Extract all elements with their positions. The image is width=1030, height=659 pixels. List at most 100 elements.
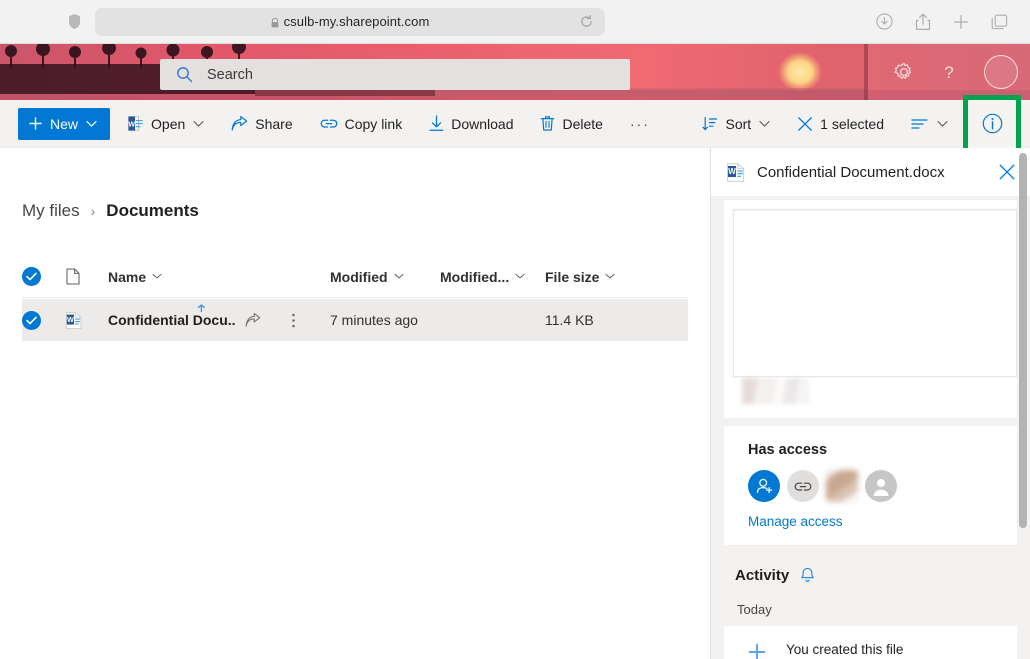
selection-status[interactable]: 1 selected (788, 104, 893, 144)
browser-left-controls (0, 13, 95, 30)
address-bar[interactable]: csulb-my.sharepoint.com (95, 7, 605, 36)
new-button-label: New (50, 115, 79, 132)
select-all-checkbox[interactable] (22, 267, 66, 286)
chevron-down-icon (605, 273, 615, 279)
breadcrumb: My files › Documents (0, 148, 710, 221)
download-button[interactable]: Download (420, 104, 522, 144)
breadcrumb-documents[interactable]: Documents (106, 201, 199, 221)
blurred-content (742, 378, 810, 404)
file-list-header: Name Modified Modified... File size (22, 256, 688, 298)
share-button[interactable]: Share (222, 104, 301, 144)
shield-icon[interactable] (68, 13, 81, 30)
word-icon: W (727, 162, 745, 182)
view-options-button[interactable] (902, 104, 957, 144)
bell-icon[interactable] (800, 567, 815, 584)
file-preview-thumbnail[interactable] (724, 200, 1017, 418)
details-pane-scrollbar[interactable] (1019, 153, 1027, 528)
search-input[interactable]: Search (160, 59, 630, 90)
column-modified-by-label: Modified... (440, 268, 510, 285)
info-icon[interactable] (982, 113, 1003, 134)
word-icon: W (66, 311, 82, 329)
command-bar-right: Sort 1 selected (684, 94, 1030, 153)
svg-text:W: W (67, 315, 74, 324)
details-pane-title: Confidential Document.docx (757, 163, 945, 181)
generic-person-icon[interactable] (865, 470, 897, 502)
breadcrumb-my-files[interactable]: My files (22, 201, 80, 221)
document-thumbnail (733, 209, 1017, 377)
more-label: ··· (629, 115, 650, 132)
breadcrumb-separator: › (90, 203, 96, 219)
new-button[interactable]: New (18, 107, 111, 140)
has-access-section: Has access Manage access (724, 426, 1017, 545)
delete-button[interactable]: Delete (531, 104, 611, 144)
add-person-icon[interactable] (748, 470, 780, 502)
question-mark-icon[interactable]: ? (940, 62, 958, 82)
sort-button[interactable]: Sort (693, 104, 779, 144)
details-pane-header: W Confidential Document.docx (711, 148, 1030, 196)
close-icon[interactable] (998, 163, 1016, 181)
table-row[interactable]: W Confidential Docu... 7 minutes ago 11.… (22, 299, 688, 341)
file-name-label: Confidential Docu... (108, 312, 236, 328)
row-name-cell[interactable]: Confidential Docu... (108, 303, 330, 329)
chevron-down-icon (759, 120, 770, 127)
manage-access-link[interactable]: Manage access (748, 514, 843, 529)
search-icon (177, 67, 193, 83)
copy-link-label: Copy link (344, 115, 403, 132)
details-pane-toggle-wrapper (963, 94, 1021, 153)
header-icon-group: ? (894, 44, 1018, 100)
more-commands-button[interactable]: ··· (621, 104, 659, 144)
sort-label: Sort (725, 115, 752, 132)
site-header: Search ? (0, 44, 1030, 100)
chevron-down-icon (515, 273, 525, 279)
share-label: Share (255, 115, 293, 132)
plus-icon (29, 117, 42, 130)
access-avatar-list (748, 470, 1017, 502)
chevron-down-icon (937, 120, 948, 127)
tab-overview-icon[interactable] (991, 14, 1008, 30)
download-icon (429, 115, 444, 131)
cursor-icon (197, 303, 206, 312)
activity-group-label: Today (737, 602, 772, 617)
list-view-icon (911, 118, 928, 129)
browser-right-controls (605, 12, 1030, 31)
plus-icon[interactable] (953, 14, 969, 30)
open-label: Open (151, 115, 186, 132)
delete-label: Delete (562, 115, 603, 132)
chevron-down-icon (394, 273, 404, 279)
activity-title: Activity (735, 567, 790, 584)
search-placeholder: Search (207, 66, 253, 83)
column-header-filetype[interactable] (66, 268, 108, 285)
column-header-modified-by[interactable]: Modified... (440, 269, 545, 285)
file-icon (66, 268, 80, 285)
chevron-down-icon (193, 120, 204, 127)
has-access-title: Has access (748, 442, 828, 458)
share-icon (231, 115, 248, 131)
column-header-name[interactable]: Name (108, 269, 330, 285)
downloads-icon[interactable] (876, 13, 893, 30)
lock-icon (271, 17, 278, 27)
row-more-actions-icon[interactable] (291, 312, 296, 329)
svg-text:W: W (728, 167, 736, 176)
gear-icon[interactable] (894, 62, 914, 82)
browser-toolbar: csulb-my.sharepoint.com (0, 0, 1030, 44)
checkmark-icon (22, 267, 41, 286)
blurred-avatar[interactable] (826, 470, 858, 502)
download-label: Download (451, 115, 514, 132)
share-icon[interactable] (245, 312, 261, 328)
link-access-icon[interactable] (787, 470, 819, 502)
checkmark-icon (22, 310, 41, 330)
avatar[interactable] (984, 55, 1018, 89)
activity-entry-body: You created this file 8 minutes ago (786, 641, 903, 659)
column-header-modified[interactable]: Modified (330, 269, 440, 285)
column-header-file-size[interactable]: File size (545, 269, 645, 285)
reload-icon[interactable] (580, 15, 593, 28)
activity-entry-text: You created this file (786, 642, 904, 657)
share-icon[interactable] (915, 12, 931, 31)
selection-count-label: 1 selected (820, 115, 884, 132)
activity-entry[interactable]: You created this file 8 minutes ago (724, 626, 1017, 659)
command-bar: New W Open Share Copy link Download Dele… (0, 94, 1030, 153)
row-checkbox[interactable] (22, 310, 66, 330)
url-text: csulb-my.sharepoint.com (283, 14, 430, 29)
copy-link-button[interactable]: Copy link (311, 104, 412, 144)
open-button[interactable]: W Open (119, 104, 213, 144)
